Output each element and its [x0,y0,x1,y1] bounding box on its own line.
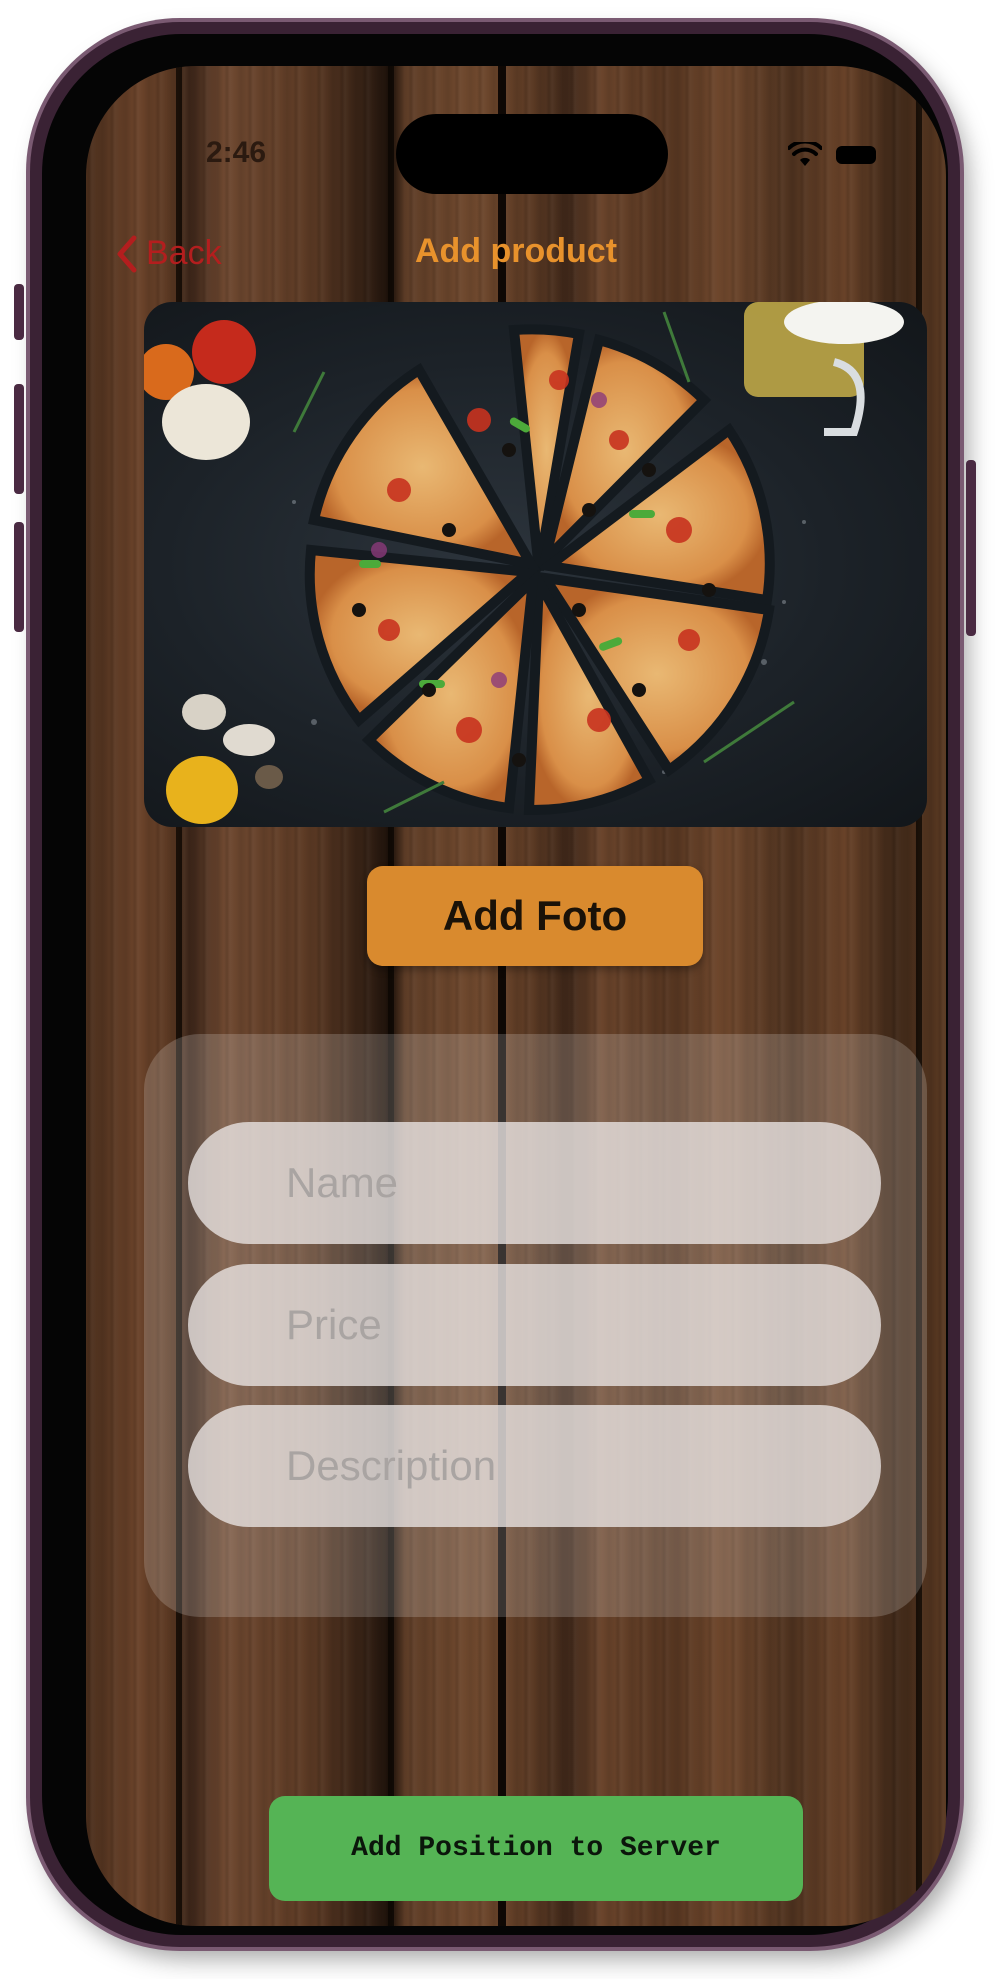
pizza-photo [144,302,904,824]
add-position-to-server-button[interactable]: Add Position to Server [269,1796,803,1901]
wifi-icon [788,142,822,166]
phone-frame: 2:46 Back Add product Add Foto Name Pric… [14,22,976,1947]
dynamic-island [396,114,668,194]
name-input[interactable] [188,1122,881,1244]
description-input[interactable] [188,1405,881,1527]
price-input[interactable] [188,1264,881,1386]
page-title: Add product [414,232,618,270]
product-form [144,1034,927,1617]
status-icons [788,142,876,168]
status-time: 2:46 [206,136,267,169]
volume-down-button [14,522,24,632]
volume-up-button [14,384,24,494]
power-button [966,460,976,636]
product-photo [144,302,927,827]
action-button [14,284,24,340]
app-screen: 2:46 Back Add product Add Foto Name Pric… [86,66,946,1926]
add-photo-button[interactable]: Add Foto [367,866,703,966]
battery-icon [836,146,876,164]
